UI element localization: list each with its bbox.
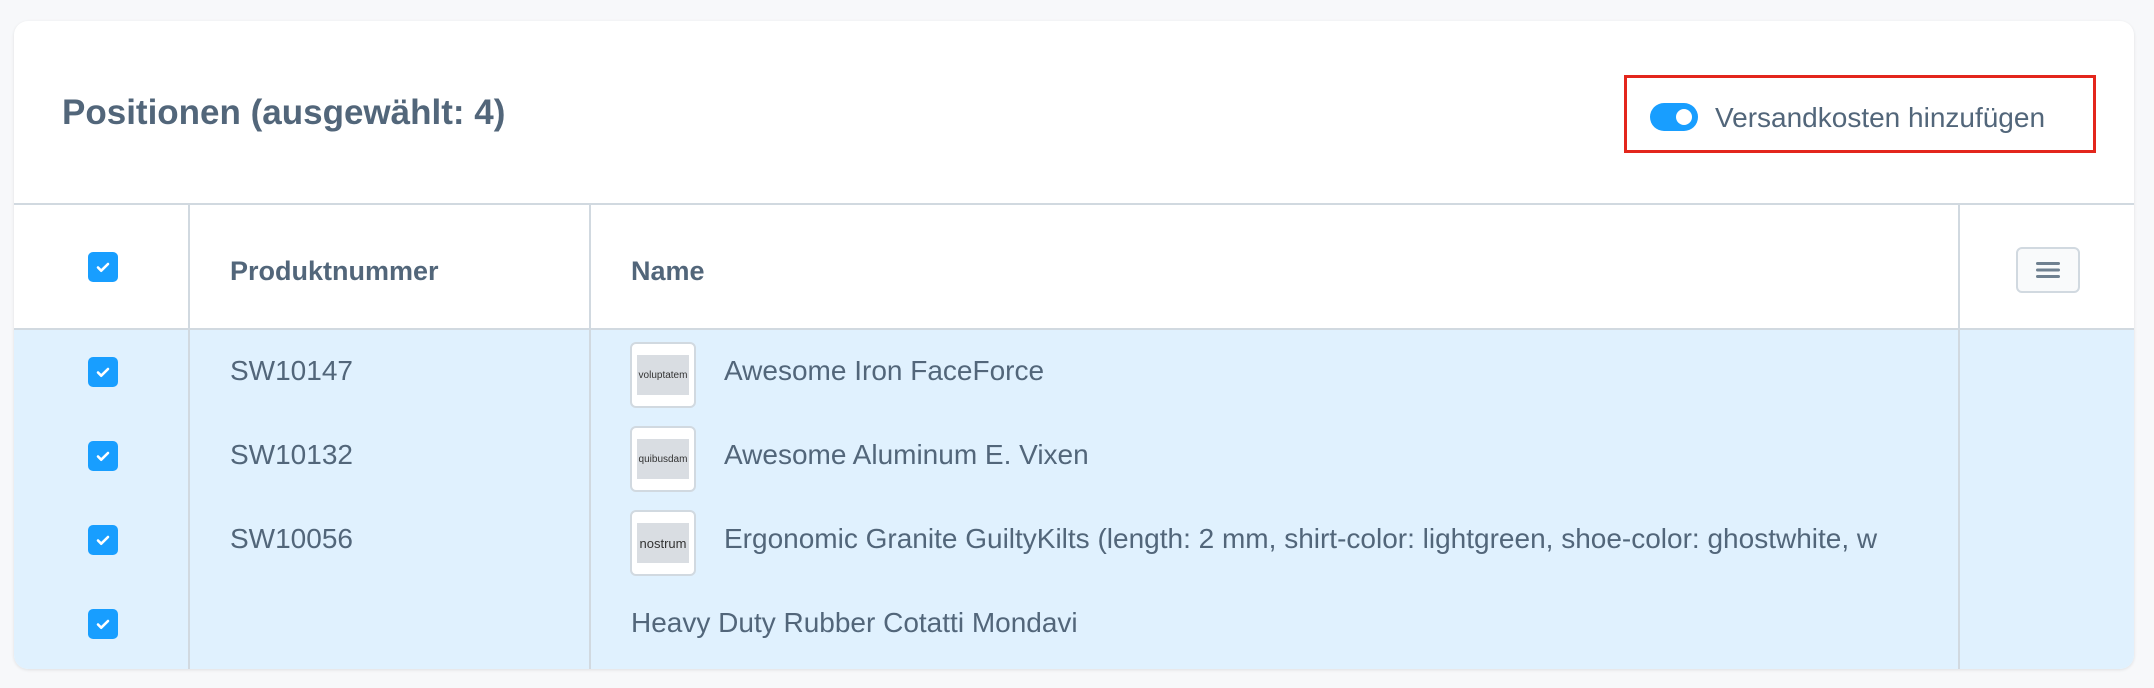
product-thumbnail: voluptatem: [630, 342, 696, 408]
product-name[interactable]: Ergonomic Granite GuiltyKilts (length: 2…: [724, 523, 1970, 563]
thumbnail-placeholder: voluptatem: [637, 355, 689, 395]
product-thumbnail: nostrum: [630, 510, 696, 576]
column-header-product-number[interactable]: Produktnummer: [230, 256, 439, 287]
grid-settings-button[interactable]: [2016, 247, 2080, 293]
shipping-costs-toggle-field[interactable]: Versandkosten hinzufügen: [1624, 75, 2096, 153]
table-row[interactable]: SW10056 nostrum Ergonomic Granite Guilty…: [14, 498, 2134, 582]
page-title: Positionen (ausgewählt: 4): [62, 93, 506, 132]
grid-body: SW10147 voluptatem Awesome Iron FaceForc…: [14, 330, 2134, 669]
product-name[interactable]: Awesome Iron FaceForce: [724, 355, 1970, 395]
column-divider: [188, 203, 190, 669]
row-checkbox[interactable]: [88, 609, 118, 639]
column-divider: [1958, 203, 1960, 669]
toggle-knob: [1676, 109, 1692, 125]
shipping-costs-toggle[interactable]: [1650, 103, 1698, 131]
row-checkbox[interactable]: [88, 357, 118, 387]
check-icon: [96, 535, 110, 545]
product-number: SW10056: [230, 523, 353, 554]
table-row[interactable]: Heavy Duty Rubber Cotatti Mondavi: [14, 582, 2134, 666]
product-number: SW10147: [230, 355, 353, 386]
hamburger-menu-icon: [2036, 262, 2060, 278]
check-icon: [96, 367, 110, 377]
product-name[interactable]: Heavy Duty Rubber Cotatti Mondavi: [631, 607, 1078, 639]
thumbnail-placeholder: quibusdam: [637, 439, 689, 479]
card-header: Positionen (ausgewählt: 4) Versandkosten…: [14, 21, 2134, 203]
check-icon: [96, 619, 110, 629]
thumbnail-placeholder: nostrum: [637, 523, 689, 563]
shipping-costs-label[interactable]: Versandkosten hinzufügen: [1715, 102, 2045, 134]
select-all-checkbox[interactable]: [88, 252, 118, 282]
check-icon: [96, 451, 110, 461]
row-checkbox[interactable]: [88, 525, 118, 555]
row-checkbox[interactable]: [88, 441, 118, 471]
table-row[interactable]: SW10132 quibusdam Awesome Aluminum E. Vi…: [14, 414, 2134, 498]
column-divider: [589, 203, 591, 669]
table-row[interactable]: SW10147 voluptatem Awesome Iron FaceForc…: [14, 330, 2134, 414]
product-number: SW10132: [230, 439, 353, 470]
positions-card: Positionen (ausgewählt: 4) Versandkosten…: [14, 21, 2134, 669]
product-thumbnail: quibusdam: [630, 426, 696, 492]
product-name[interactable]: Awesome Aluminum E. Vixen: [724, 439, 1970, 479]
grid-header: Produktnummer Name: [14, 203, 2134, 330]
column-header-name[interactable]: Name: [631, 256, 705, 287]
check-icon: [96, 262, 110, 272]
